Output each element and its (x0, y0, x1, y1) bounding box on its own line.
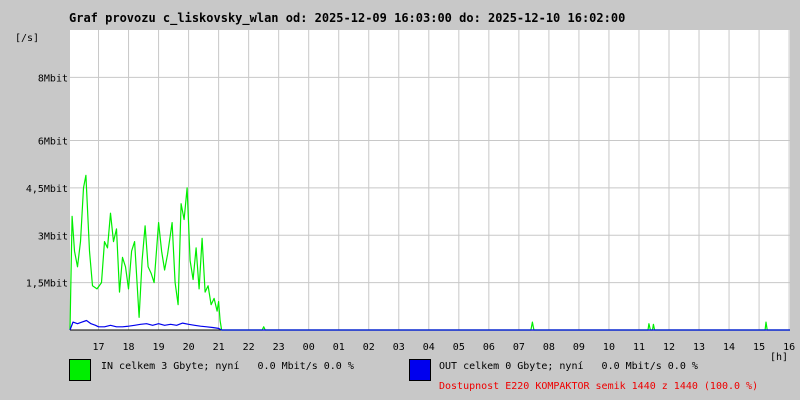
legend-in-swatch (69, 359, 91, 381)
y-tick-label: 1,5Mbit (26, 279, 68, 290)
x-tick-label: 09 (573, 342, 585, 353)
y-tick-label: 3Mbit (38, 231, 68, 242)
x-tick-label: 08 (543, 342, 555, 353)
x-tick-label: 17 (93, 342, 105, 353)
x-tick-label: 15 (753, 342, 765, 353)
x-tick-label: 00 (303, 342, 315, 353)
y-axis-label: [/s] (15, 33, 39, 44)
legend-out-swatch (409, 359, 431, 381)
x-tick-label: 13 (693, 342, 705, 353)
y-tick-label: 6Mbit (38, 137, 68, 148)
y-tick-label: 8Mbit (38, 73, 68, 84)
x-tick-label: 18 (123, 342, 135, 353)
plot-area (70, 30, 790, 330)
x-tick-label: 23 (273, 342, 285, 353)
x-tick-label: 05 (453, 342, 465, 353)
x-tick-label: 21 (213, 342, 225, 353)
x-tick-label: 04 (423, 342, 435, 353)
x-axis-ticks: 17 18 19 20 21 22 23 00 01 02 03 04 05 06 07 08 09 10 11 12… (93, 342, 796, 353)
x-axis-label: [h] (770, 352, 788, 363)
y-tick-label: 4,5Mbit (26, 184, 68, 195)
x-tick-label: 14 (723, 342, 735, 353)
x-tick-label: 20 (183, 342, 195, 353)
x-tick-label: 22 (243, 342, 255, 353)
x-tick-label: 01 (333, 342, 345, 353)
legend-in-text: IN celkem 3 Gbyte; nyní 0.0 Mbit/s 0.0 % (101, 361, 354, 372)
x-tick-label: 03 (393, 342, 405, 353)
x-tick-label: 19 (153, 342, 165, 353)
x-tick-label: 07 (513, 342, 525, 353)
x-tick-label: 06 (483, 342, 495, 353)
y-axis-ticks: 1,5Mbit 3Mbit 4,5Mbit 6Mbit 8Mbit (26, 73, 68, 289)
traffic-chart: 1,5Mbit 3Mbit 4,5Mbit 6Mbit 8Mbit 17 18 19 20 21… (15, 30, 796, 363)
legend-out-text: OUT celkem 0 Gbyte; nyní 0.0 Mbit/s 0.0 … (439, 361, 698, 372)
x-tick-label: 02 (363, 342, 375, 353)
availability-text: Dostupnost E220 KOMPAKTOR semik 1440 z 1… (439, 381, 759, 392)
x-tick-label: 12 (663, 342, 675, 353)
x-tick-label: 11 (633, 342, 645, 353)
x-tick-label: 10 (603, 342, 615, 353)
